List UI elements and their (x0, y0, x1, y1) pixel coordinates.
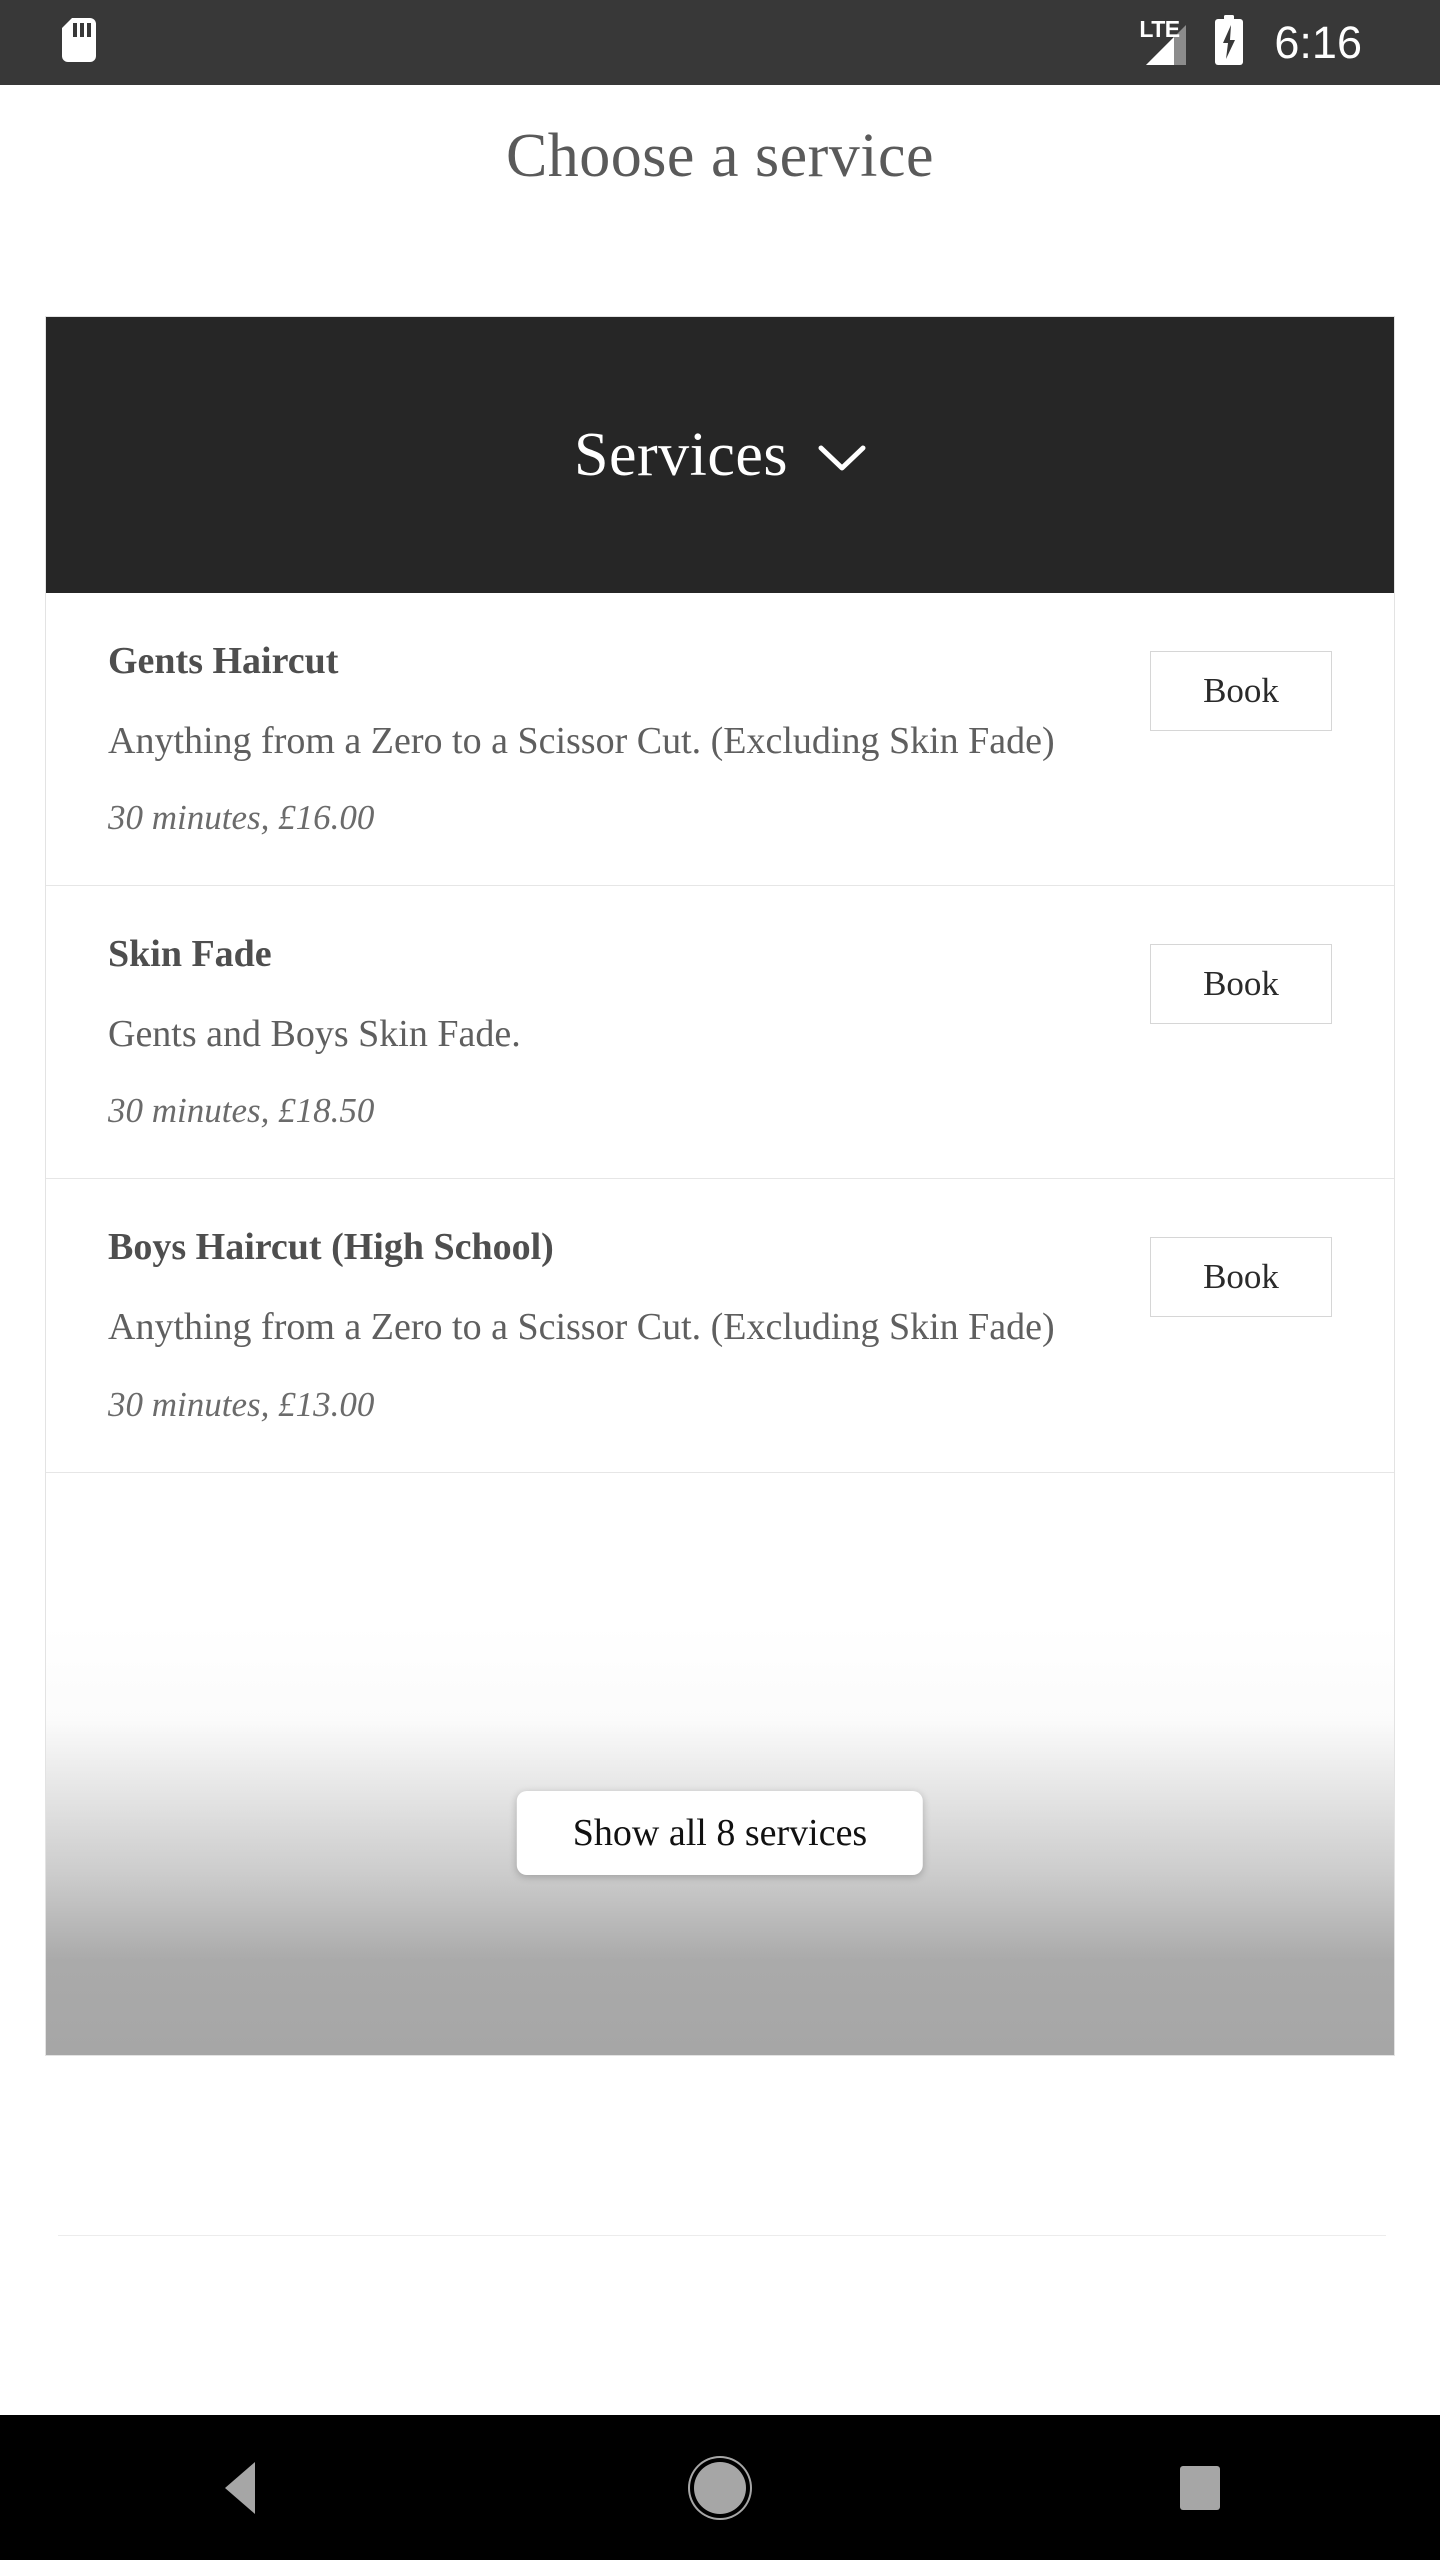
service-row: Boys Haircut (High School) Anything from… (46, 1179, 1394, 1473)
services-header-title: Services (573, 420, 789, 489)
book-button[interactable]: Book (1150, 944, 1332, 1025)
home-circle-icon (694, 2461, 746, 2514)
android-navigation-bar (0, 2415, 1440, 2560)
chevron-down-icon[interactable] (818, 443, 866, 478)
service-name: Skin Fade (108, 933, 272, 976)
service-description: Gents and Boys Skin Fade. (108, 1012, 521, 1055)
service-name: Boys Haircut (High School) (108, 1226, 554, 1269)
page-content: Choose a service Services Gents Haircut … (0, 85, 1440, 2415)
page-title: Choose a service (505, 122, 935, 190)
network-type-label: LTE (1139, 15, 1180, 42)
recents-button[interactable] (960, 2415, 1440, 2560)
book-button[interactable]: Book (1150, 1237, 1332, 1318)
home-button[interactable] (480, 2415, 960, 2560)
content-divider (58, 2235, 1386, 2236)
service-duration-price: 30 minutes, £13.00 (108, 1384, 375, 1424)
recents-square-icon (1180, 2465, 1220, 2510)
show-all-services-button[interactable]: Show all 8 services (516, 1791, 924, 1875)
sim-card-icon (62, 18, 96, 67)
services-header[interactable]: Services (46, 317, 1394, 593)
service-name: Gents Haircut (108, 640, 339, 682)
signal-bars-icon: LTE (1138, 15, 1188, 67)
service-row: Skin Fade Gents and Boys Skin Fade. 30 m… (46, 886, 1394, 1180)
status-bar: LTE 6:16 (0, 0, 1440, 85)
service-duration-price: 30 minutes, £16.00 (108, 798, 375, 838)
status-bar-right: LTE 6:16 (1138, 15, 1440, 70)
status-bar-clock: 6:16 (1274, 17, 1362, 68)
back-button[interactable] (0, 2415, 480, 2560)
service-row: Gents Haircut Anything from a Zero to a … (46, 593, 1394, 887)
service-duration-price: 30 minutes, £18.50 (108, 1091, 375, 1131)
service-description: Anything from a Zero to a Scissor Cut. (… (108, 719, 1055, 762)
battery-charging-icon (1214, 15, 1244, 70)
service-description: Anything from a Zero to a Scissor Cut. (… (108, 1306, 1055, 1349)
status-bar-left (0, 18, 96, 67)
services-card: Services Gents Haircut Anything from a Z… (45, 316, 1395, 2056)
book-button[interactable]: Book (1150, 651, 1332, 731)
back-triangle-icon (225, 2461, 255, 2514)
